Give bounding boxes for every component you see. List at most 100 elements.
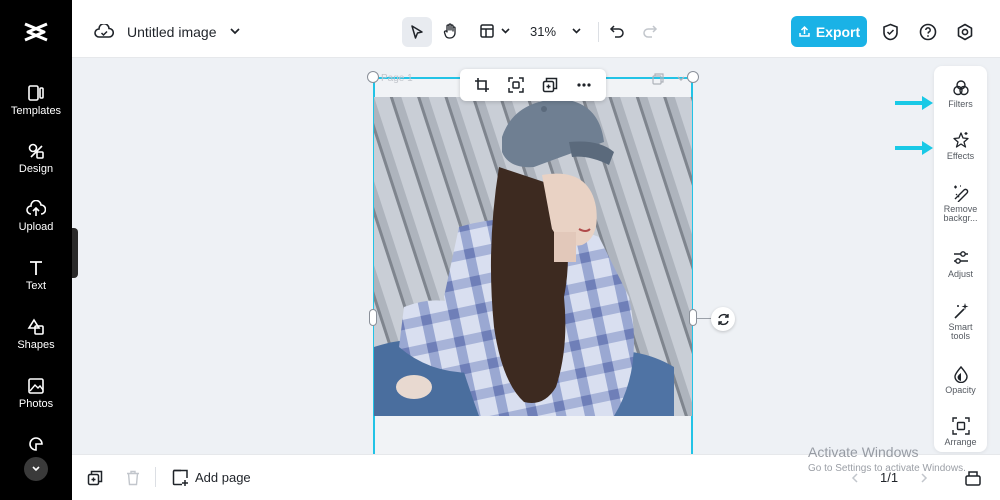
sidebar-collapse-handle[interactable] (72, 228, 78, 278)
upload-icon (26, 200, 46, 216)
more-options-button[interactable] (574, 75, 594, 95)
pages-panel-button[interactable] (963, 468, 983, 488)
export-button[interactable]: Export (791, 16, 867, 47)
sidebar-item-templates[interactable]: Templates (0, 84, 72, 132)
page-duplicate-button[interactable] (651, 72, 665, 86)
tool-label: Remove backgr... (943, 204, 978, 223)
duplicate-button[interactable] (540, 75, 560, 95)
rotate-button[interactable] (711, 307, 735, 331)
capcut-logo[interactable] (22, 20, 50, 44)
shapes-icon (27, 318, 44, 335)
tool-label: Filters (948, 99, 973, 109)
tool-effects[interactable]: Effects (934, 131, 987, 161)
undo-icon (609, 25, 624, 38)
document-title[interactable]: Untitled image (127, 24, 217, 40)
redo-button[interactable] (641, 22, 659, 40)
upload-icon (799, 25, 810, 37)
cloud-icon[interactable] (94, 22, 114, 42)
sidebar-item-design[interactable]: Design (0, 142, 72, 190)
select-pointer-icon (411, 25, 423, 39)
templates-icon (28, 85, 44, 101)
tool-adjust[interactable]: Adjust (934, 249, 987, 279)
text-icon (30, 261, 42, 275)
page-collapse-button[interactable] (674, 72, 688, 86)
resize-handle-left[interactable] (369, 309, 377, 326)
settings-button[interactable] (955, 22, 975, 42)
adjust-icon (953, 251, 968, 264)
tool-opacity[interactable]: Opacity (934, 365, 987, 395)
bottom-bar: Add page 1/1 (72, 454, 1000, 500)
title-menu-button[interactable] (228, 24, 242, 38)
sidebar-item-label: Shapes (17, 339, 55, 351)
help-button[interactable] (918, 22, 938, 42)
photo-image[interactable] (374, 97, 692, 416)
duplicate-page-button[interactable] (86, 469, 104, 487)
sidebar-item-photos[interactable]: Photos (0, 377, 72, 425)
pages-icon (965, 471, 981, 486)
help-icon (919, 23, 937, 41)
tool-arrange[interactable]: Arrange (934, 417, 987, 447)
resize-handle-top-right[interactable] (687, 71, 699, 83)
tool-filters[interactable]: Filters (934, 79, 987, 109)
export-label: Export (815, 23, 861, 40)
cutout-button[interactable] (506, 75, 526, 95)
previous-page-button[interactable] (848, 471, 862, 485)
top-bar: Untitled image 31% Export (72, 0, 1000, 58)
zoom-level[interactable]: 31% (530, 24, 556, 39)
hand-icon (443, 23, 456, 39)
tool-label: Smart tools (948, 322, 973, 341)
delete-page-button[interactable] (124, 469, 142, 487)
rotate-connector (697, 318, 711, 319)
sidebar-item-upload[interactable]: Upload (0, 200, 72, 248)
chevron-left-icon (851, 473, 858, 483)
bottom-divider (155, 467, 156, 487)
settings-icon (957, 23, 973, 41)
remove-background-icon (953, 185, 968, 202)
crop-button[interactable] (472, 75, 492, 95)
resize-handle-top-left[interactable] (367, 71, 379, 83)
chevron-down-icon (500, 28, 510, 34)
chevron-down-icon (32, 466, 40, 472)
opacity-icon (953, 365, 968, 383)
resize-handle-right[interactable] (689, 309, 697, 326)
chevron-right-icon (921, 473, 928, 483)
trash-icon (127, 470, 139, 486)
tool-remove-background[interactable]: Remove backgr... (934, 184, 987, 223)
chevron-down-icon (677, 76, 685, 81)
select-tool-button[interactable] (402, 17, 432, 47)
next-page-button[interactable] (917, 471, 931, 485)
tool-label: Effects (946, 151, 975, 161)
sidebar-item-label: Photos (18, 398, 54, 410)
design-icon (28, 143, 44, 159)
duplicate-icon (87, 470, 103, 486)
layout-menu-button[interactable] (499, 26, 511, 36)
layout-button[interactable] (478, 22, 496, 40)
sidebar-expand-button[interactable] (24, 457, 48, 481)
smart-tools-icon (953, 303, 968, 319)
tool-smart-tools[interactable]: Smart tools (934, 302, 987, 341)
element-toolbar (460, 69, 606, 101)
sidebar-item-text[interactable]: Text (0, 259, 72, 307)
add-page-icon (172, 469, 188, 486)
add-page-button[interactable]: Add page (172, 469, 251, 486)
sidebar-item-shapes[interactable]: Shapes (0, 318, 72, 366)
filters-icon (952, 80, 969, 96)
hand-tool-button[interactable] (441, 21, 461, 41)
sidebar-item-partial[interactable] (0, 436, 72, 451)
plugin-icon (29, 437, 43, 451)
zoom-menu-button[interactable] (570, 26, 582, 36)
effects-icon (952, 132, 969, 148)
toolbar-divider (598, 22, 599, 42)
sidebar-item-label: Upload (18, 221, 54, 233)
shield-button[interactable] (880, 22, 900, 42)
chevron-down-icon (571, 28, 581, 34)
photos-icon (28, 378, 44, 394)
crop-icon (475, 78, 489, 92)
duplicate-icon (542, 77, 558, 93)
undo-button[interactable] (608, 22, 626, 40)
sidebar-item-label: Design (18, 163, 54, 175)
page-counter: 1/1 (880, 470, 899, 485)
right-tools-panel: Filters Effects Remove backgr... Adjust … (934, 66, 987, 452)
rotate-icon (717, 313, 729, 325)
layout-icon (480, 24, 494, 38)
